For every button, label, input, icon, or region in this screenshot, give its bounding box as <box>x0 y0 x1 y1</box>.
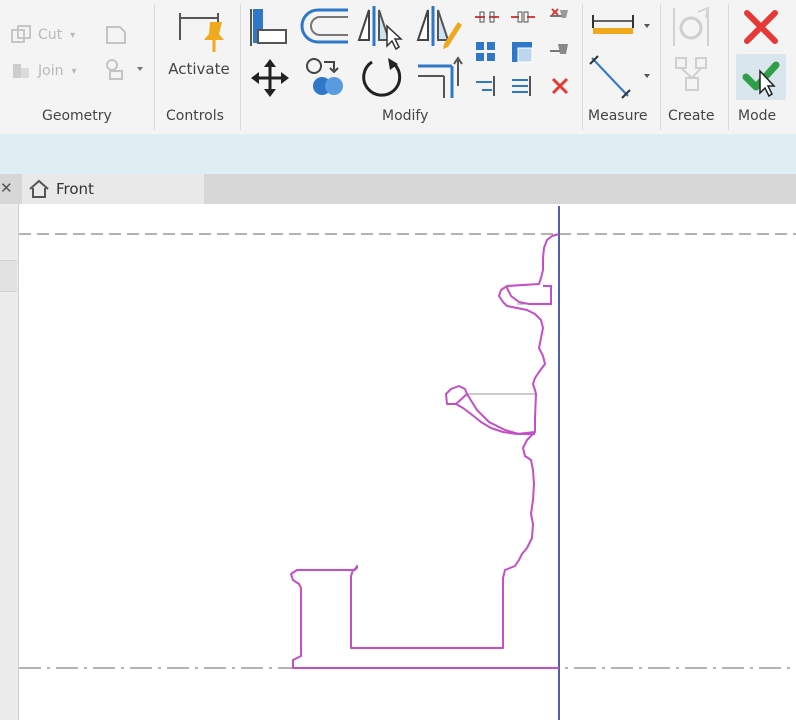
scale-icon <box>512 42 533 63</box>
create-family-tool[interactable] <box>672 54 712 94</box>
finish-checkmark-icon <box>742 61 780 97</box>
cut-profile-icon[interactable] <box>104 24 128 46</box>
split-element-tool[interactable] <box>474 8 500 26</box>
home-icon <box>29 179 49 198</box>
offset-icon <box>300 8 348 44</box>
join-label: Join <box>38 63 64 79</box>
move-tool[interactable] <box>250 58 290 98</box>
rotate-tool[interactable] <box>358 54 406 102</box>
trim-extend-corner-icon <box>418 56 463 98</box>
delete-icon <box>551 77 569 95</box>
split-element-icon <box>475 11 499 23</box>
create-component-tool[interactable] <box>668 4 714 50</box>
activate-controls-button[interactable]: Activate <box>168 4 230 84</box>
measure-dropdown-icon[interactable] <box>644 24 650 28</box>
lower-nosing-arc[interactable] <box>455 393 535 435</box>
copy-icon <box>306 58 343 95</box>
profile-icon <box>106 26 126 44</box>
close-panel-icon[interactable]: ✕ <box>0 179 13 197</box>
array-icon <box>476 42 495 61</box>
dimension-dropdown-icon[interactable] <box>644 74 650 78</box>
measure-between-references-tool[interactable] <box>590 12 636 38</box>
activate-label: Activate <box>168 60 230 78</box>
join-geometry-tool[interactable]: Join ▾ <box>10 58 77 84</box>
mirror-draw-axis-icon <box>416 6 462 49</box>
pin-icon <box>550 44 568 54</box>
ribbon: Cut ▾ Join ▾ Geometry Activate Controls … <box>0 0 796 135</box>
move-icon <box>251 59 289 97</box>
split-face-icon <box>106 59 143 80</box>
cut-geometry-tool[interactable]: Cut ▾ <box>10 22 75 48</box>
align-tool[interactable] <box>248 6 290 48</box>
family-icon <box>675 57 707 91</box>
component-icon <box>673 6 710 46</box>
geometry-panel-label: Geometry <box>42 108 112 124</box>
cut-icon <box>11 25 31 43</box>
align-icon <box>250 9 287 46</box>
project-browser-edge[interactable] <box>0 204 19 720</box>
trim-extend-corner-tool[interactable] <box>414 56 464 100</box>
delete-tool[interactable] <box>550 76 570 96</box>
create-panel-label: Create <box>668 108 715 124</box>
split-gap-tool[interactable] <box>510 8 536 26</box>
pushpin-icon <box>179 13 224 52</box>
trim-extend-multiple-icon <box>476 76 495 96</box>
array-tool[interactable] <box>474 40 498 64</box>
scale-tool[interactable] <box>510 40 534 64</box>
cancel-x-icon <box>744 10 778 44</box>
options-bar <box>0 134 796 174</box>
unpin-icon <box>550 8 568 18</box>
trim-extend-single-tool[interactable] <box>510 74 534 98</box>
view-tab-strip: ✕ Front <box>0 174 796 204</box>
trim-extend-multiple-tool[interactable] <box>474 74 498 98</box>
mirror-pick-axis-icon <box>357 6 403 50</box>
aligned-dimension-tool[interactable] <box>588 52 638 102</box>
mirror-draw-axis-tool[interactable] <box>414 4 464 50</box>
split-gap-icon <box>511 11 535 23</box>
sketch-svg[interactable] <box>19 204 796 720</box>
join-dropdown-icon: ▾ <box>71 65 77 77</box>
finish-edit-mode-button[interactable] <box>736 54 786 100</box>
aligned-dimension-icon <box>589 55 631 99</box>
mode-panel-label: Mode <box>738 108 777 124</box>
modify-panel-label: Modify <box>382 108 429 124</box>
measure-icon <box>592 15 634 34</box>
controls-panel-label: Controls <box>166 108 224 124</box>
trim-extend-single-icon <box>512 76 531 96</box>
upper-nosing-arc[interactable] <box>506 285 552 305</box>
copy-tool[interactable] <box>302 56 348 100</box>
cancel-edit-mode-button[interactable] <box>738 6 784 48</box>
view-tab-front[interactable]: Front <box>22 174 204 204</box>
measure-panel-label: Measure <box>588 108 648 124</box>
split-face-tool[interactable] <box>104 56 144 82</box>
cut-dropdown-icon: ▾ <box>70 29 76 41</box>
join-icon <box>13 64 29 78</box>
rotate-icon <box>362 58 402 97</box>
profile-sketch-outline[interactable] <box>290 233 560 669</box>
mirror-pick-axis-tool[interactable] <box>355 4 403 50</box>
offset-tool[interactable] <box>300 6 350 46</box>
drawing-canvas[interactable] <box>19 204 796 720</box>
cut-label: Cut <box>38 27 63 43</box>
browser-scroll-thumb[interactable] <box>0 260 17 292</box>
view-tab-title: Front <box>56 180 94 198</box>
unpin-tool[interactable] <box>548 6 570 26</box>
pin-tool[interactable] <box>548 40 570 62</box>
